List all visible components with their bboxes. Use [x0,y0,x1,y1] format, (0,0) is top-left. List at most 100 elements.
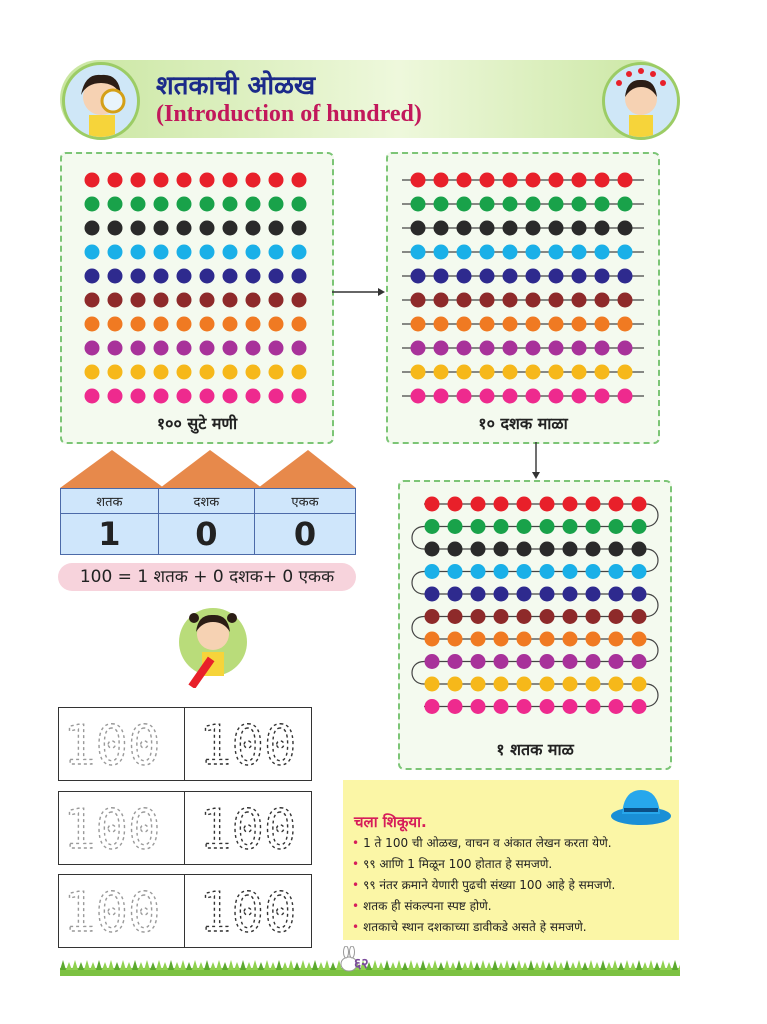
bead [447,519,463,534]
bead [493,541,509,557]
bead [631,631,647,647]
bead [479,172,495,188]
grass-blade [204,960,210,970]
bead [539,654,555,669]
grass-blade [180,960,186,970]
bead [245,316,261,332]
bead [493,519,509,534]
lesson-item: शतक ही संकल्पना स्पष्ट होणे. [352,897,491,914]
bead [470,699,486,714]
grass-blade [120,960,126,970]
bead [153,268,169,284]
bead [153,316,169,332]
practice-row-3: 100 100 [58,874,312,948]
bead [516,609,532,624]
bead [548,340,564,356]
bead [608,496,624,512]
bead [456,268,472,284]
bead [525,364,541,380]
bead [84,340,100,356]
bead [493,496,509,512]
grass-blade [324,960,330,970]
grass-blade [438,962,444,970]
bead [479,244,495,260]
trace-box[interactable]: 100 [59,792,185,864]
grass-blade [420,960,426,970]
grass-blade [384,960,390,970]
girl-waving-avatar [602,62,680,140]
bead [291,244,307,260]
string-bend [645,593,659,618]
bead [410,340,426,356]
arrow-right-icon [332,288,385,296]
bead [456,364,472,380]
bead [410,172,426,188]
bead [456,316,472,332]
bead [608,654,624,669]
bead [502,220,518,236]
place-value-equation: 100 = 1 शतक + 0 दशक+ 0 एकक [58,563,356,591]
bead [585,519,601,534]
bead [456,220,472,236]
bead [176,340,192,356]
lesson-item: शतकाचे स्थान दशकाच्या डावीकडे असते हे सम… [352,918,587,935]
trace-box[interactable]: 100 [185,792,310,864]
bead [130,292,146,308]
bead [176,196,192,212]
bead [291,220,307,236]
value-hundreds: 1 [60,513,159,555]
bead [585,654,601,669]
bead [539,676,555,692]
trace-box[interactable]: 100 [59,875,185,947]
bead [447,631,463,647]
bead [562,541,578,557]
grass-blade [462,962,468,970]
grass-blade [264,960,270,970]
trace-box[interactable]: 100 [185,875,310,947]
arrow-down-icon [532,442,540,479]
grass-blade [600,960,606,970]
bead [84,172,100,188]
lesson-item: 1 ते 100 ची ओळख, वाचन व अंकात लेखन करता … [352,834,611,851]
bead [130,364,146,380]
bead [107,340,123,356]
string-bend [645,638,659,663]
grass-blade [276,960,282,970]
string-bend [411,525,425,550]
grass-blade [546,962,552,970]
bead [424,564,440,579]
hundred-string-panel: १ शतक माळ [398,480,672,770]
bead [84,268,100,284]
hat-icon [611,790,671,825]
trace-box[interactable]: 100 [59,708,185,780]
bead [562,654,578,669]
bead [539,496,555,512]
value-tens: 0 [157,513,256,555]
grass-blade [300,960,306,970]
bead [479,292,495,308]
bead [456,244,472,260]
grass-blade [654,962,660,970]
bead [268,316,284,332]
grass-blade [540,960,546,970]
bead [516,654,532,669]
grass-blade [378,962,384,970]
bead [153,244,169,260]
bead [433,340,449,356]
place-value-table: शतक दशक एकक 1 0 0 [60,488,356,555]
bead [479,196,495,212]
bead [594,292,610,308]
bead [539,609,555,624]
bead [199,388,215,404]
bead [268,172,284,188]
grass-blade [474,962,480,970]
bead [245,196,261,212]
bead [585,699,601,714]
grass-blade [486,962,492,970]
grass-blade [216,960,222,970]
bead [268,268,284,284]
trace-text: 100 [199,714,297,777]
bead [502,196,518,212]
trace-box[interactable]: 100 [185,708,310,780]
grass-blade [516,960,522,970]
